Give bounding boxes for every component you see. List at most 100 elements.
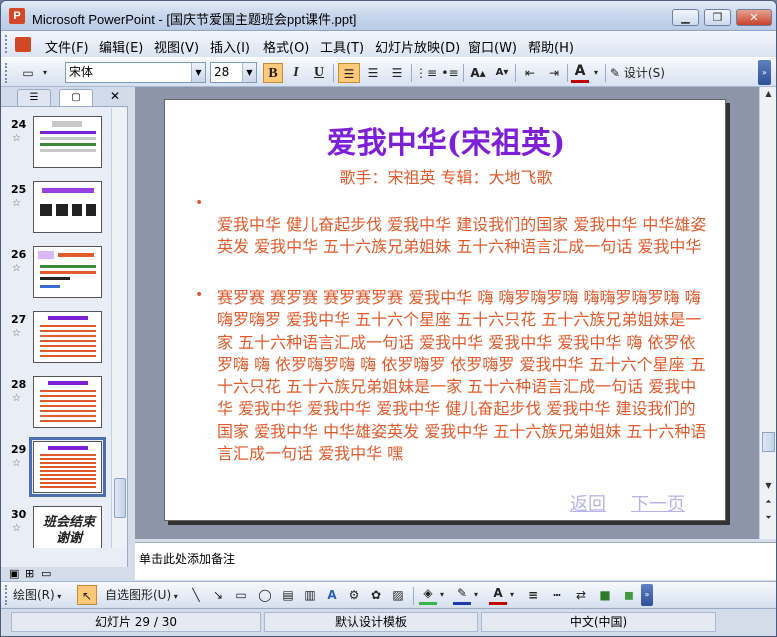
- clipart-icon[interactable]: ✿: [367, 585, 385, 605]
- tab-outline[interactable]: ☰: [17, 89, 51, 106]
- current-slide[interactable]: 爱我中华(宋祖英) 歌手：宋祖英 专辑：大地飞歌 • 爱我中华 健儿奋起步伐 爱…: [164, 99, 726, 521]
- shadow-style-icon[interactable]: ■: [595, 585, 615, 605]
- chevron-down-icon[interactable]: ▾: [437, 585, 447, 605]
- rectangle-icon[interactable]: ▭: [231, 585, 251, 605]
- align-center-icon[interactable]: ☰: [362, 63, 384, 83]
- 3d-style-icon[interactable]: ◼: [619, 585, 639, 605]
- thumbnail-slide-preview[interactable]: [33, 181, 102, 233]
- font-color-button[interactable]: A: [571, 63, 589, 83]
- oval-icon[interactable]: ◯: [255, 585, 275, 605]
- thumbnail-26[interactable]: 26 ☆: [1, 244, 111, 306]
- slide-scrollbar[interactable]: ▲ ▼ ⏶ ⏷: [759, 87, 776, 539]
- restore-button[interactable]: ❐: [704, 9, 731, 26]
- slide-paragraph-2[interactable]: 赛罗赛 赛罗赛 赛罗赛罗赛 爱我中华 嗨 嗨罗嗨罗嗨 嗨嗨罗嗨罗嗨 嗨 嗨罗嗨罗…: [217, 287, 707, 465]
- notes-pane[interactable]: 单击此处添加备注: [135, 542, 776, 580]
- toolbar-options-icon[interactable]: ▾: [39, 63, 51, 83]
- line-color-icon[interactable]: ✎: [453, 585, 471, 605]
- chevron-down-icon[interactable]: ▼: [242, 63, 256, 82]
- nav-back-link[interactable]: 返回: [570, 490, 606, 516]
- chevron-down-icon[interactable]: ▾: [507, 585, 517, 605]
- thumbnail-slide-preview[interactable]: [33, 376, 102, 428]
- menu-file[interactable]: 文件(F): [45, 37, 89, 56]
- powerpoint-app-icon[interactable]: P: [9, 8, 25, 24]
- underline-button[interactable]: U: [309, 63, 329, 83]
- menu-window[interactable]: 窗口(W): [468, 37, 517, 56]
- thumbnail-slide-preview[interactable]: [33, 311, 102, 363]
- align-right-icon[interactable]: ☰: [386, 63, 408, 83]
- tab-slides[interactable]: ▢: [59, 89, 93, 106]
- increase-font-icon[interactable]: A▴: [467, 63, 489, 83]
- close-pane-icon[interactable]: ✕: [108, 89, 122, 105]
- chevron-down-icon[interactable]: ▾: [471, 585, 481, 605]
- font-name-combo[interactable]: 宋体 ▼: [65, 62, 206, 83]
- thumbnail-27[interactable]: 27 ☆: [1, 309, 111, 371]
- toolbar-overflow-button[interactable]: »: [758, 60, 771, 85]
- chevron-down-icon[interactable]: ▾: [591, 63, 601, 83]
- autoshapes-menu-button[interactable]: 自选图形(U) ▾: [105, 585, 185, 605]
- document-icon[interactable]: [15, 37, 31, 52]
- menu-tools[interactable]: 工具(T): [320, 37, 364, 56]
- menu-insert[interactable]: 插入(I): [210, 37, 250, 56]
- thumbnail-25[interactable]: 25 ☆: [1, 179, 111, 241]
- fill-color-icon[interactable]: ◈: [419, 585, 437, 605]
- thumbnail-29[interactable]: 29 ☆: [1, 437, 111, 501]
- toolbar-overflow-button[interactable]: »: [641, 584, 653, 606]
- numbered-list-icon[interactable]: ⋮≡: [415, 63, 437, 83]
- new-icon[interactable]: ▭: [17, 63, 39, 83]
- slide-title[interactable]: 爱我中华(宋祖英): [165, 118, 727, 162]
- font-color-draw-icon[interactable]: A: [489, 585, 507, 605]
- thumbnail-28[interactable]: 28 ☆: [1, 374, 111, 436]
- close-button[interactable]: ✕: [736, 9, 772, 26]
- menu-view[interactable]: 视图(V): [154, 37, 199, 56]
- textbox-icon[interactable]: ▤: [279, 585, 297, 605]
- thumbnail-slide-preview[interactable]: [33, 246, 102, 298]
- nav-next-link[interactable]: 下一页: [631, 490, 685, 516]
- thumbnail-slide-preview[interactable]: [33, 116, 102, 168]
- slide-sorter-icon[interactable]: ⊞: [25, 567, 34, 580]
- align-left-icon[interactable]: ☰: [338, 63, 360, 83]
- scroll-down-icon[interactable]: ▼: [761, 479, 776, 493]
- normal-view-icon[interactable]: ▣: [9, 567, 19, 580]
- menu-help[interactable]: 帮助(H): [528, 37, 574, 56]
- diagram-icon[interactable]: ⚙: [345, 585, 363, 605]
- bulleted-list-icon[interactable]: •≡: [439, 63, 461, 83]
- bold-button[interactable]: B: [263, 63, 283, 83]
- slideshow-view-icon[interactable]: ▭: [41, 567, 51, 580]
- scroll-up-icon[interactable]: ▲: [761, 87, 776, 101]
- notes-placeholder[interactable]: 单击此处添加备注: [139, 550, 235, 567]
- thumbnail-24[interactable]: 24 ☆: [1, 114, 111, 176]
- wordart-icon[interactable]: A: [323, 585, 341, 605]
- draw-menu-button[interactable]: 绘图(R) ▾: [13, 585, 73, 605]
- toolbar-grip[interactable]: [5, 63, 8, 83]
- line-style-icon[interactable]: ≡: [523, 585, 543, 605]
- select-pointer-icon[interactable]: ↖: [77, 585, 97, 605]
- scrollbar-thumb[interactable]: [114, 478, 126, 518]
- dash-style-icon[interactable]: ┅: [547, 585, 567, 605]
- scrollbar-thumb[interactable]: [762, 432, 775, 452]
- chevron-down-icon[interactable]: ▼: [191, 63, 205, 82]
- menubar-grip[interactable]: [5, 35, 8, 53]
- picture-icon[interactable]: ▨: [389, 585, 407, 605]
- line-icon[interactable]: ╲: [187, 585, 205, 605]
- status-template[interactable]: 默认设计模板: [264, 612, 478, 632]
- arrow-icon[interactable]: ↘: [209, 585, 227, 605]
- slide-paragraph-1[interactable]: 爱我中华 健儿奋起步伐 爱我中华 建设我们的国家 爱我中华 中华雄姿英发 爱我中…: [217, 214, 707, 259]
- thumbnail-slide-preview[interactable]: [29, 437, 106, 497]
- increase-indent-icon[interactable]: ⇥: [543, 63, 565, 83]
- italic-button[interactable]: I: [286, 63, 306, 83]
- thumbnail-scrollbar[interactable]: [111, 108, 127, 548]
- slide-subtitle[interactable]: 歌手：宋祖英 专辑：大地飞歌: [165, 164, 727, 188]
- design-button[interactable]: ✎ 设计(S): [610, 63, 672, 83]
- decrease-font-icon[interactable]: A▾: [491, 63, 513, 83]
- thumbnail-30[interactable]: 30 ☆ 班会结束 谢谢: [1, 504, 111, 548]
- menu-format[interactable]: 格式(O): [263, 37, 309, 56]
- thumbnail-slide-preview[interactable]: 班会结束 谢谢: [33, 506, 102, 548]
- minimize-button[interactable]: ▁: [672, 9, 699, 26]
- next-slide-icon[interactable]: ⏷: [761, 511, 776, 525]
- arrow-style-icon[interactable]: ⇄: [571, 585, 591, 605]
- menu-edit[interactable]: 编辑(E): [99, 37, 143, 56]
- font-size-combo[interactable]: 28 ▼: [210, 62, 257, 83]
- menu-slideshow[interactable]: 幻灯片放映(D): [375, 37, 460, 56]
- decrease-indent-icon[interactable]: ⇤: [519, 63, 541, 83]
- vertical-textbox-icon[interactable]: ▥: [301, 585, 319, 605]
